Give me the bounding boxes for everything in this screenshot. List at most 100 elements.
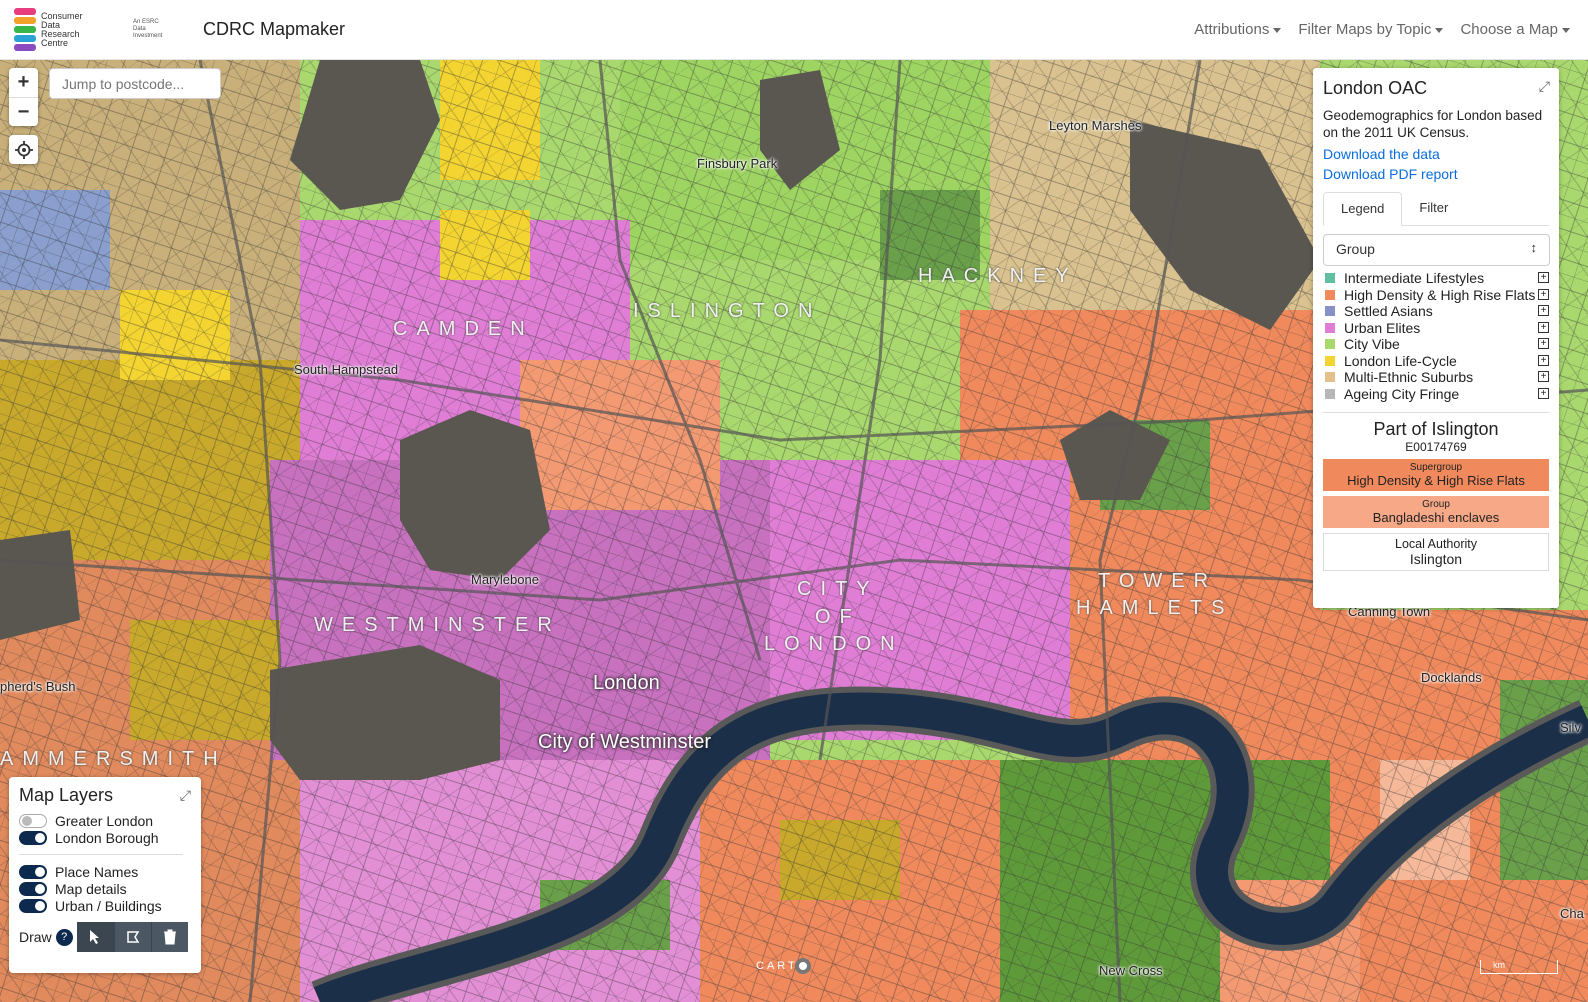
divider: [1323, 412, 1549, 413]
tab-filter[interactable]: Filter: [1402, 192, 1465, 225]
cdrc-logo[interactable]: Consumer Data Research Centre: [14, 7, 101, 52]
crosshair-icon: [14, 140, 33, 159]
layer-toggle-row: London Borough: [19, 829, 191, 846]
legend-label: Settled Asians: [1344, 303, 1433, 319]
legend-item[interactable]: Intermediate Lifestyles +: [1323, 270, 1549, 287]
legend-swatch: [1325, 355, 1335, 366]
legend-item[interactable]: Ageing City Fringe +: [1323, 386, 1549, 403]
legend-swatch: [1325, 306, 1335, 316]
legend-list: Intermediate Lifestyles + High Density & H…: [1323, 270, 1549, 402]
supergroup-box: Supergroup High Density & High Rise Flat…: [1323, 459, 1549, 491]
layer-toggle-row: Place Names: [19, 863, 191, 880]
zoom-in-button[interactable]: +: [9, 68, 38, 97]
toggle-switch[interactable]: [19, 881, 47, 896]
filter-maps-by-topic-menu[interactable]: Filter Maps by Topic: [1298, 21, 1443, 38]
toggle-switch[interactable]: [19, 898, 47, 913]
expand-icon[interactable]: +: [1538, 321, 1549, 333]
layer-toggle-row: Map details: [19, 880, 191, 897]
layer-label: Greater London: [55, 812, 154, 829]
locate-button[interactable]: [9, 135, 38, 164]
legend-item[interactable]: Urban Elites +: [1323, 320, 1549, 337]
supergroup-label: Supergroup: [1409, 462, 1463, 473]
expand-icon[interactable]: +: [1538, 354, 1549, 366]
layers-title: Map Layers: [19, 785, 114, 805]
legend-swatch: [1325, 388, 1335, 399]
legend-item[interactable]: City Vibe +: [1323, 336, 1549, 353]
logo-text: Consumer Data Research Centre: [41, 10, 83, 48]
local-authority-label: Local Authority: [1395, 537, 1477, 551]
legend-swatch: [1325, 289, 1335, 300]
collapse-icon[interactable]: ⤢: [180, 787, 191, 804]
group-box: Group Bangladeshi enclaves: [1323, 496, 1549, 528]
expand-icon[interactable]: +: [1538, 288, 1549, 300]
expand-icon[interactable]: +: [1538, 338, 1549, 349]
select-tool-button[interactable]: [76, 922, 114, 952]
map-description: Geodemographics for London based on the …: [1323, 108, 1543, 140]
layer-label: London Borough: [55, 829, 159, 846]
app-title[interactable]: CDRC Mapmaker: [203, 19, 345, 40]
navbar: Consumer Data Research Centre An ESRC Da…: [0, 0, 1588, 60]
legend-swatch: [1325, 322, 1335, 333]
legend-label: Urban Elites: [1344, 319, 1421, 336]
draw-polygon-button[interactable]: [113, 922, 151, 952]
attributions-menu[interactable]: Attributions: [1194, 21, 1281, 38]
legend-item[interactable]: London Life-Cycle +: [1323, 353, 1549, 370]
expand-icon[interactable]: +: [1538, 272, 1549, 283]
expand-icon[interactable]: +: [1538, 387, 1549, 399]
layer-toggle-row: Urban / Buildings: [19, 897, 191, 914]
legend-swatch: [1325, 273, 1335, 283]
supergroup-value: High Density & High Rise Flats: [1347, 473, 1525, 488]
map-title: London OAC: [1323, 78, 1428, 98]
legend-panel: London OAC ⤢ Geodemographics for London …: [1313, 68, 1559, 608]
layer-label: Urban / Buildings: [55, 897, 162, 914]
draw-toolbar: Draw ?: [19, 922, 191, 952]
local-authority-value: Islington: [1409, 551, 1463, 567]
scale-bar: km: [1480, 960, 1558, 974]
legend-swatch: [1325, 339, 1335, 349]
legend-item[interactable]: Settled Asians +: [1323, 303, 1549, 320]
download-pdf-link[interactable]: Download PDF report: [1323, 166, 1549, 182]
legend-label: City Vibe: [1344, 336, 1400, 352]
help-icon[interactable]: ?: [55, 928, 73, 946]
area-title: Part of Islington: [1373, 419, 1499, 439]
legend-item[interactable]: Multi-Ethnic Suburbs +: [1323, 369, 1549, 386]
group-label: Group: [1422, 499, 1450, 510]
expand-icon[interactable]: +: [1538, 371, 1549, 382]
zoom-out-button[interactable]: −: [9, 97, 38, 126]
trash-icon: [163, 929, 176, 945]
layer-toggle-row: Greater London: [19, 812, 191, 829]
expand-icon[interactable]: +: [1538, 305, 1549, 316]
zoom-control: + −: [9, 68, 38, 126]
legend-label: Intermediate Lifestyles: [1344, 270, 1485, 286]
tab-legend[interactable]: Legend: [1323, 192, 1403, 226]
layer-label: Map details: [55, 880, 127, 897]
legend-item[interactable]: High Density & High Rise Flats +: [1323, 287, 1549, 304]
layer-label: Place Names: [55, 863, 139, 880]
legend-label: High Density & High Rise Flats: [1344, 286, 1536, 303]
cdrc-logo-icon: [14, 7, 36, 52]
toggle-switch[interactable]: [19, 864, 47, 879]
local-authority-box: Local Authority Islington: [1323, 533, 1549, 571]
divider: [19, 854, 183, 855]
legend-swatch: [1325, 372, 1335, 382]
legend-label: Ageing City Fringe: [1344, 385, 1460, 402]
pointer-icon: [90, 930, 100, 944]
classification-select[interactable]: Group: [1323, 234, 1550, 266]
toggle-switch[interactable]: [19, 813, 47, 828]
legend-label: London Life-Cycle: [1344, 352, 1457, 369]
download-data-link[interactable]: Download the data: [1323, 146, 1549, 162]
carto-logo-icon: [795, 958, 811, 974]
postcode-search-input[interactable]: [49, 68, 221, 99]
group-value: Bangladeshi enclaves: [1372, 510, 1500, 525]
map-layers-panel: Map Layers ⤢ Greater London London Boroug…: [9, 777, 201, 973]
esrc-logo: An ESRC Data Investment: [133, 19, 163, 39]
polygon-icon: [126, 931, 139, 943]
collapse-icon[interactable]: ⤢: [1539, 78, 1550, 95]
legend-label: Multi-Ethnic Suburbs: [1344, 369, 1474, 385]
legend-tabs: Legend Filter: [1323, 192, 1549, 226]
toggle-switch[interactable]: [19, 830, 47, 845]
choose-a-map-menu[interactable]: Choose a Map: [1460, 21, 1570, 38]
area-code: E00174769: [1405, 440, 1467, 454]
draw-label: Draw: [19, 929, 52, 945]
delete-drawing-button[interactable]: [150, 922, 188, 952]
